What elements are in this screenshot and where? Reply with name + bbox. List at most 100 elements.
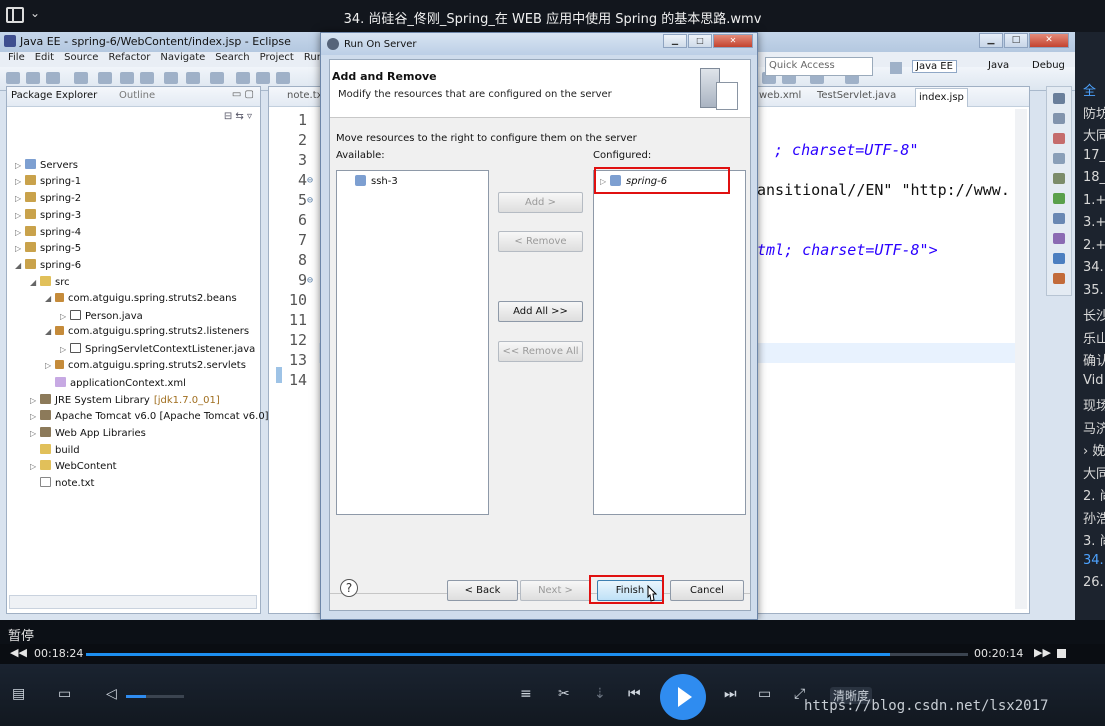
menu-source[interactable]: Source (64, 52, 98, 67)
folder-open-icon[interactable]: ▭ (58, 686, 71, 702)
menu-search[interactable]: Search (215, 52, 249, 67)
tree-item[interactable]: ▷ WebContent (30, 460, 117, 476)
cancel-button[interactable]: Cancel (670, 580, 744, 601)
close-icon[interactable]: ✕ (1029, 33, 1069, 48)
tab-package-explorer[interactable]: Package Explorer (11, 90, 97, 101)
code-line-3[interactable]: ansitional//EN" "http://www. (757, 181, 1010, 199)
tree-item[interactable]: ▷ Web App Libraries (30, 427, 146, 443)
tree-item[interactable]: ▷ Apache Tomcat v6.0 [Apache Tomcat v6.0] (30, 410, 269, 426)
seek-track[interactable] (86, 653, 968, 656)
playlist-item[interactable]: 2.+ (1083, 238, 1105, 253)
toolbox-icon[interactable]: ▤ (12, 686, 25, 702)
save-icon[interactable] (26, 72, 40, 84)
tree-item[interactable]: applicationContext.xml (45, 377, 186, 393)
horizontal-scrollbar[interactable] (9, 595, 257, 609)
tree-item[interactable]: ◢ spring-6 (15, 259, 81, 275)
link-editor-icon[interactable]: ⇆ (235, 111, 243, 122)
code-line-6[interactable]: tml; charset=UTF-8"> (757, 241, 938, 259)
playlist-item[interactable]: › 娩 (1083, 440, 1105, 459)
code-line-1[interactable]: ; charset=UTF-8" (774, 141, 919, 159)
playlist-item[interactable]: 26. (1083, 575, 1104, 590)
playlist-item[interactable]: 2. 尚 (1083, 485, 1105, 504)
tree-item[interactable]: ◢ com.atguigu.spring.struts2.listeners (45, 326, 249, 342)
fold-icon[interactable]: ⊖ (307, 175, 313, 186)
tab-outline[interactable]: Outline (119, 90, 155, 101)
debug-icon[interactable] (256, 72, 270, 84)
maximize-icon[interactable]: □ (1004, 33, 1028, 48)
playlist-item[interactable]: 3.+ (1083, 215, 1105, 230)
tree-item[interactable]: ◢ com.atguigu.spring.struts2.beans (45, 293, 237, 309)
junit-icon[interactable] (1053, 273, 1065, 284)
playlist-item[interactable]: 孙浩 (1083, 508, 1105, 527)
stop-icon[interactable] (1057, 649, 1066, 658)
playlist-item[interactable]: 长沙 (1083, 305, 1105, 324)
playlist-item[interactable]: 34. (1083, 553, 1104, 568)
add-button[interactable]: Add > (498, 192, 583, 213)
volume-slider[interactable] (126, 695, 184, 698)
add-all-button[interactable]: Add All >> (498, 301, 583, 322)
back-button[interactable]: < Back (447, 580, 518, 601)
playlist-item[interactable]: 35. (1083, 283, 1104, 298)
snippets-icon[interactable] (1053, 193, 1065, 204)
close-icon[interactable]: ✕ (713, 34, 753, 48)
data-source-icon[interactable] (1053, 253, 1065, 264)
tab-testservlet[interactable]: TestServlet.java (817, 90, 896, 101)
tree-item[interactable]: ▷ spring-2 (15, 192, 81, 208)
tree-item[interactable]: note.txt (30, 477, 94, 493)
servers-icon[interactable] (1053, 173, 1065, 184)
playlist-item[interactable]: 马济 (1083, 418, 1105, 437)
tree-item[interactable]: ▷ spring-1 (15, 175, 81, 191)
tool-icon[interactable] (120, 72, 134, 84)
open-perspective-icon[interactable] (890, 62, 902, 74)
restore-icon[interactable] (1053, 93, 1065, 104)
menu-refactor[interactable]: Refactor (108, 52, 150, 67)
server-icon[interactable] (74, 72, 88, 84)
tool-icon[interactable] (140, 72, 154, 84)
tool-icon[interactable] (210, 72, 224, 84)
fold-icon[interactable]: ⊖ (307, 275, 313, 286)
tree-item[interactable]: ▷ Person.java (60, 310, 143, 326)
run-icon[interactable] (236, 72, 250, 84)
playlist-item[interactable]: 乐山 (1083, 328, 1105, 347)
playlist-item[interactable]: 1.+ (1083, 193, 1105, 208)
remove-all-button[interactable]: << Remove All (498, 341, 583, 362)
list-item[interactable]: ssh-3 (355, 175, 398, 187)
perspective-java-ee[interactable]: Java EE (912, 60, 957, 73)
undo-icon[interactable] (164, 72, 178, 84)
help-icon[interactable]: ? (340, 579, 358, 597)
perspective-debug[interactable]: Debug (1032, 60, 1065, 71)
next-button[interactable]: Next > (520, 580, 591, 601)
stop-icon[interactable] (276, 72, 290, 84)
outline-icon[interactable] (1053, 113, 1065, 124)
playlist-item[interactable]: 现场 (1083, 395, 1105, 414)
console-icon[interactable] (1053, 153, 1065, 164)
minimize-icon[interactable]: ▁ (663, 34, 687, 48)
minimize-icon[interactable]: ▁ (979, 33, 1003, 48)
vertical-scrollbar[interactable] (1015, 109, 1027, 609)
menu-edit[interactable]: Edit (35, 52, 54, 67)
menu-file[interactable]: File (8, 52, 25, 67)
tree-item[interactable]: ▷ Servers (15, 159, 78, 175)
playlist-item[interactable]: 17_ (1083, 148, 1105, 163)
minimize-maximize-icon[interactable]: ▭ ▢ (232, 89, 254, 100)
play-icon[interactable] (660, 674, 706, 720)
remove-button[interactable]: < Remove (498, 231, 583, 252)
tree-item[interactable]: ▷ spring-3 (15, 209, 81, 225)
tree-item[interactable]: build (30, 444, 80, 460)
configured-list[interactable]: ▷ spring-6 (593, 170, 746, 515)
rewind-icon[interactable]: ◀◀ (10, 646, 27, 659)
tool-icon[interactable] (98, 72, 112, 84)
new-icon[interactable] (6, 72, 20, 84)
menu-project[interactable]: Project (260, 52, 294, 67)
tree-item[interactable]: ▷ spring-5 (15, 242, 81, 258)
collapse-all-icon[interactable]: ⊟ (224, 111, 232, 122)
playlist-item[interactable]: 确认 (1083, 350, 1105, 369)
tree-item[interactable]: ▷ spring-4 (15, 226, 81, 242)
properties-icon[interactable] (1053, 233, 1065, 244)
tree-item[interactable]: ▷ JRE System Library [jdk1.7.0_01] (30, 394, 220, 410)
playlist-item[interactable]: 全 (1083, 80, 1096, 99)
download-icon[interactable]: ⇣ (594, 686, 606, 702)
volume-icon[interactable]: ◁ (106, 686, 117, 702)
playlist-item[interactable]: 大同 (1083, 463, 1105, 482)
playlist-item[interactable]: 3. 尚 (1083, 530, 1105, 549)
